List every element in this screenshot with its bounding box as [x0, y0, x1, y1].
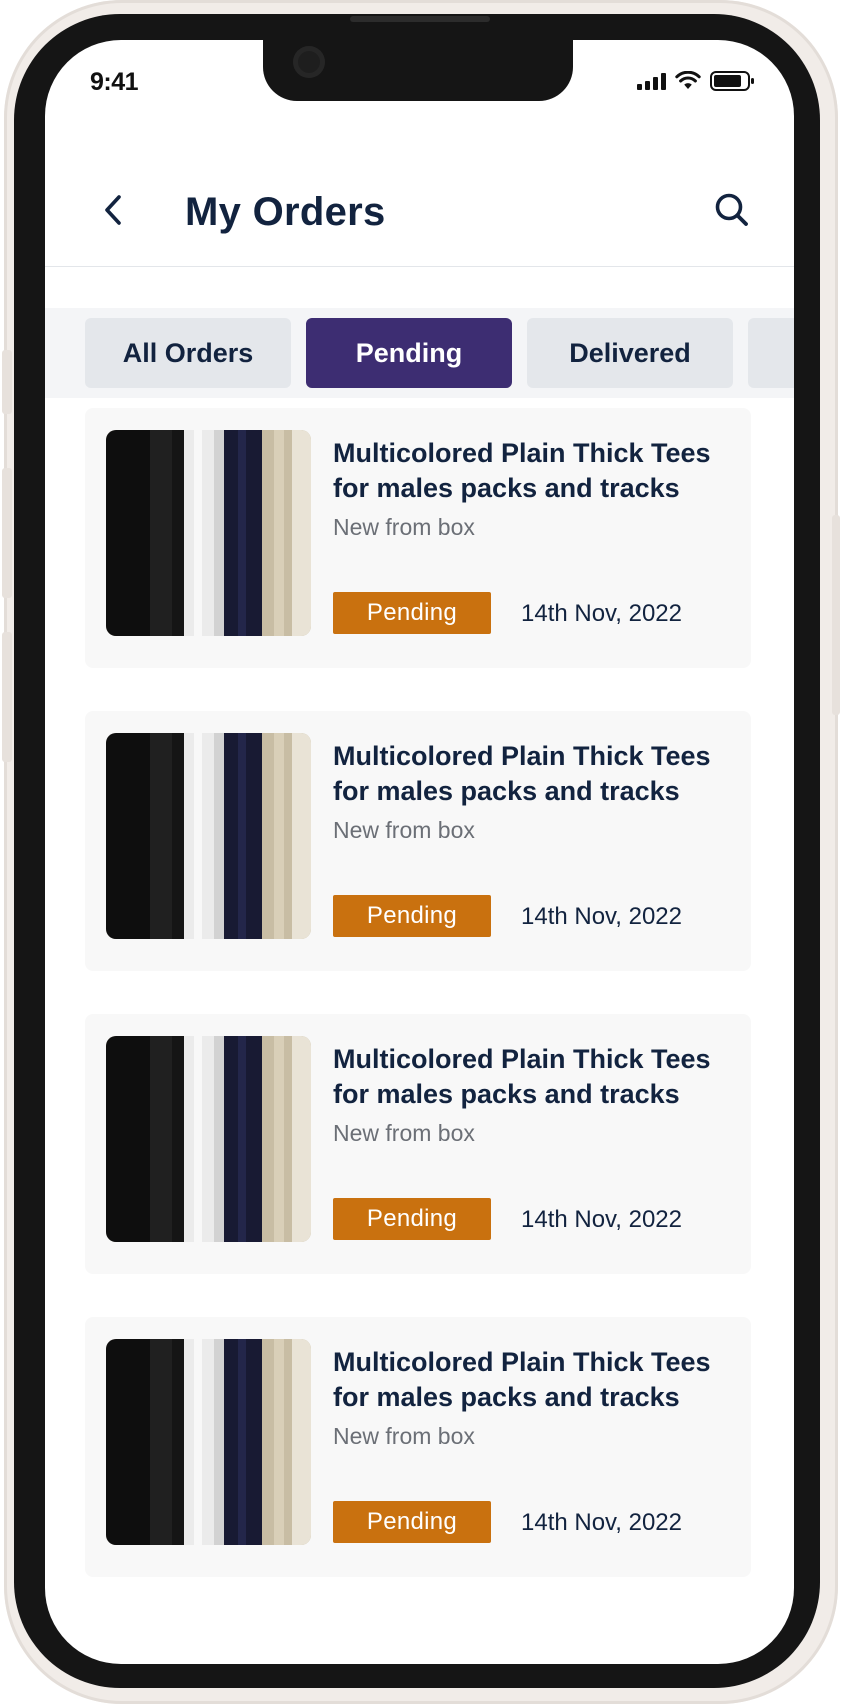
order-title: Multicolored Plain Thick Tees for males … — [333, 1347, 711, 1412]
order-date: 14th Nov, 2022 — [521, 600, 683, 627]
side-button — [2, 632, 12, 762]
page-title: My Orders — [185, 190, 386, 234]
tab-more[interactable] — [748, 318, 794, 388]
product-image — [106, 430, 311, 636]
order-date: 14th Nov, 2022 — [521, 1206, 683, 1233]
device-mockup: 9:41 My Orders All Orders Pending Delive… — [0, 0, 842, 1704]
tab-pending[interactable]: Pending — [306, 318, 512, 388]
cellular-signal-icon — [637, 72, 666, 90]
product-image — [106, 1036, 311, 1242]
order-card[interactable]: Multicolored Plain Thick Tees for males … — [85, 1014, 751, 1274]
app-header: My Orders — [45, 158, 794, 266]
order-title: Multicolored Plain Thick Tees for males … — [333, 1044, 711, 1109]
order-title: Multicolored Plain Thick Tees for males … — [333, 438, 711, 503]
header-divider — [45, 266, 794, 267]
notch — [263, 40, 573, 101]
speaker-slot — [350, 16, 490, 22]
front-camera — [293, 46, 325, 78]
side-button — [832, 515, 840, 715]
order-subtitle: New from box — [333, 514, 475, 540]
battery-icon — [710, 71, 754, 91]
status-badge: Pending — [333, 1501, 491, 1543]
order-card[interactable]: Multicolored Plain Thick Tees for males … — [85, 711, 751, 971]
status-badge: Pending — [333, 1198, 491, 1240]
product-image — [106, 1339, 311, 1545]
wifi-icon — [675, 71, 701, 89]
tab-all-orders[interactable]: All Orders — [85, 318, 291, 388]
product-image — [106, 733, 311, 939]
order-card[interactable]: Multicolored Plain Thick Tees for males … — [85, 408, 751, 668]
order-title: Multicolored Plain Thick Tees for males … — [333, 741, 711, 806]
tshirts-thumbnail — [106, 430, 311, 636]
order-date: 14th Nov, 2022 — [521, 903, 683, 930]
side-button — [2, 350, 12, 414]
chevron-left-icon — [105, 195, 121, 225]
status-badge: Pending — [333, 895, 491, 937]
tshirts-thumbnail — [106, 733, 311, 939]
side-button — [2, 468, 12, 598]
tshirts-thumbnail — [106, 1036, 311, 1242]
status-badge: Pending — [333, 592, 491, 634]
status-time: 9:41 — [90, 68, 139, 96]
status-icons — [637, 70, 756, 92]
order-date: 14th Nov, 2022 — [521, 1509, 683, 1536]
search-button[interactable] — [710, 188, 754, 232]
order-subtitle: New from box — [333, 1120, 475, 1146]
tshirts-thumbnail — [106, 1339, 311, 1545]
app-screen: 9:41 My Orders All Orders Pending Delive… — [45, 40, 794, 1664]
order-card[interactable]: Multicolored Plain Thick Tees for males … — [85, 1317, 751, 1577]
back-button[interactable] — [93, 190, 133, 230]
order-filter-tabs: All Orders Pending Delivered — [45, 308, 794, 398]
order-subtitle: New from box — [333, 1423, 475, 1449]
search-icon — [715, 193, 748, 226]
tab-delivered[interactable]: Delivered — [527, 318, 733, 388]
order-subtitle: New from box — [333, 817, 475, 843]
